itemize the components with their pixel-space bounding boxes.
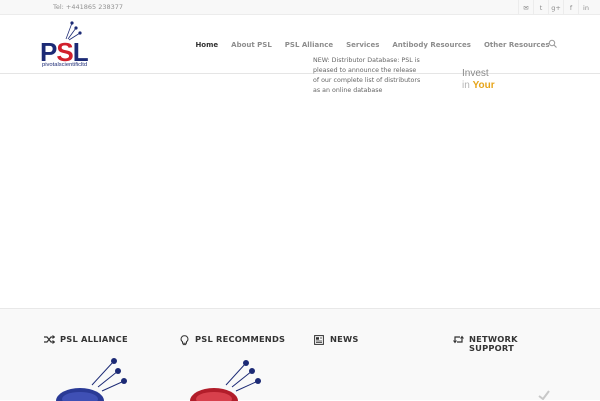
social-links: ✉ t g+ f in: [518, 0, 593, 15]
logo-subtitle: pivotalscientificltd: [42, 62, 88, 68]
retweet-icon: [452, 335, 464, 344]
news-article-text[interactable]: NEW: Distributor Database: PSL is please…: [313, 56, 423, 96]
top-bar: Tel: +441865 238377 ✉ t g+ f in: [0, 0, 600, 15]
checkmark-icon: [538, 390, 550, 400]
widget-title: NEWS: [313, 335, 359, 345]
widget-news: NEWS: [313, 335, 359, 345]
shuffle-icon: [43, 335, 55, 344]
mail-icon[interactable]: ✉: [518, 0, 533, 15]
google-plus-icon[interactable]: g+: [548, 0, 563, 15]
psl-alliance-graphic[interactable]: [52, 355, 142, 401]
nav-other-resources[interactable]: Other Resources: [477, 15, 556, 74]
widget-network-support: NETWORK SUPPORT: [452, 335, 518, 353]
site-header: PSL pivotalscientificltd Home About PSL …: [0, 15, 600, 75]
phone-number: Tel: +441865 238377: [53, 3, 124, 11]
nav-about-psl[interactable]: About PSL: [225, 15, 279, 74]
widget-title: PSL RECOMMENDS: [178, 335, 285, 346]
nav-home[interactable]: Home: [188, 15, 225, 75]
site-logo[interactable]: PSL pivotalscientificltd: [40, 17, 106, 73]
widget-title: NETWORK SUPPORT: [452, 335, 518, 353]
hero-slider: [0, 74, 600, 309]
newspaper-icon: [313, 335, 325, 345]
widget-title: PSL ALLIANCE: [43, 335, 128, 344]
widget-psl-recommends: PSL RECOMMENDS: [178, 335, 285, 346]
facebook-icon[interactable]: f: [563, 0, 578, 15]
footer-widgets: PSL ALLIANCE PSL RECOMMENDS NEWS: [0, 309, 600, 401]
widget-psl-alliance: PSL ALLIANCE: [43, 335, 128, 344]
psl-recommends-graphic[interactable]: [186, 355, 276, 401]
invest-banner-line-2[interactable]: in Your: [462, 80, 495, 91]
invest-banner-line-1[interactable]: Invest: [462, 68, 489, 79]
twitter-icon[interactable]: t: [533, 0, 548, 15]
search-icon[interactable]: [548, 39, 558, 49]
linkedin-icon[interactable]: in: [578, 0, 593, 15]
lightbulb-icon: [178, 335, 190, 346]
